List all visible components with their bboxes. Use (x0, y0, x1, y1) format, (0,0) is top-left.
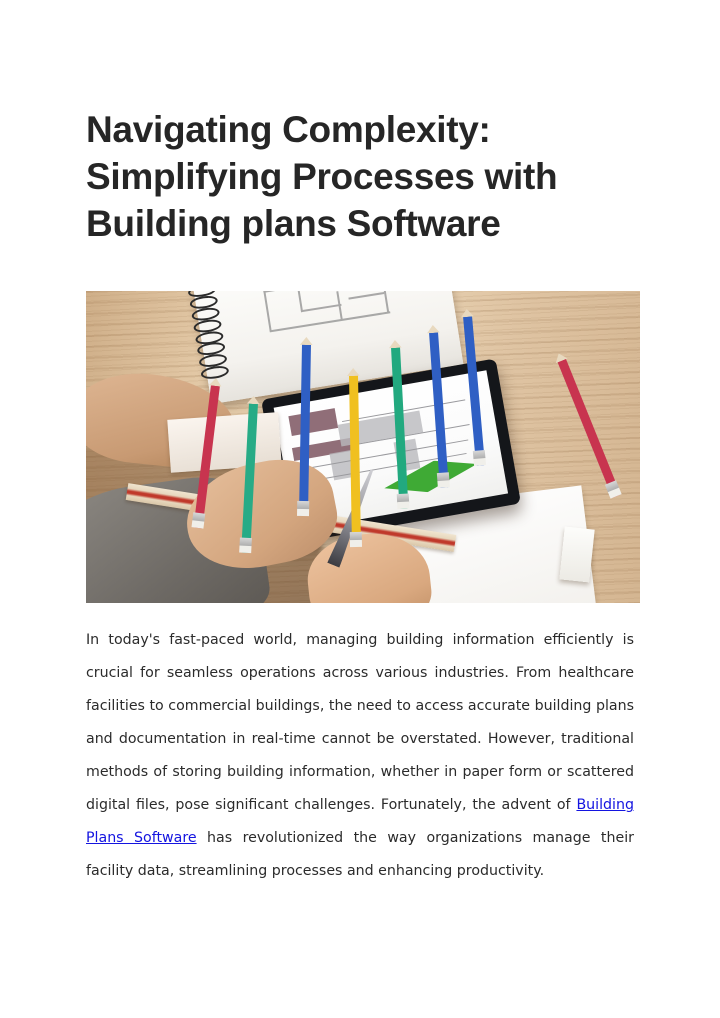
page-title: Navigating Complexity: Simplifying Proce… (86, 109, 558, 244)
article-body: In today's fast-paced world, managing bu… (86, 624, 634, 888)
pencil-tip (553, 351, 568, 363)
pencil-eraser (297, 508, 310, 516)
pencil-eraser (396, 501, 410, 510)
pencil (557, 358, 622, 498)
plan-highlight-shape (381, 454, 480, 500)
document-page: Navigating Complexity: Simplifying Proce… (0, 0, 720, 1018)
pencil-eraser (473, 457, 487, 466)
eraser (559, 526, 596, 583)
pencil-tip (460, 308, 474, 317)
pencil-eraser (191, 519, 205, 528)
pencil-eraser (438, 479, 451, 488)
pencil-eraser (350, 539, 363, 547)
body-text-before-link: In today's fast-paced world, managing bu… (86, 632, 634, 813)
pencil-eraser (239, 545, 253, 554)
hero-image (86, 291, 640, 603)
desk-photo (86, 291, 640, 603)
